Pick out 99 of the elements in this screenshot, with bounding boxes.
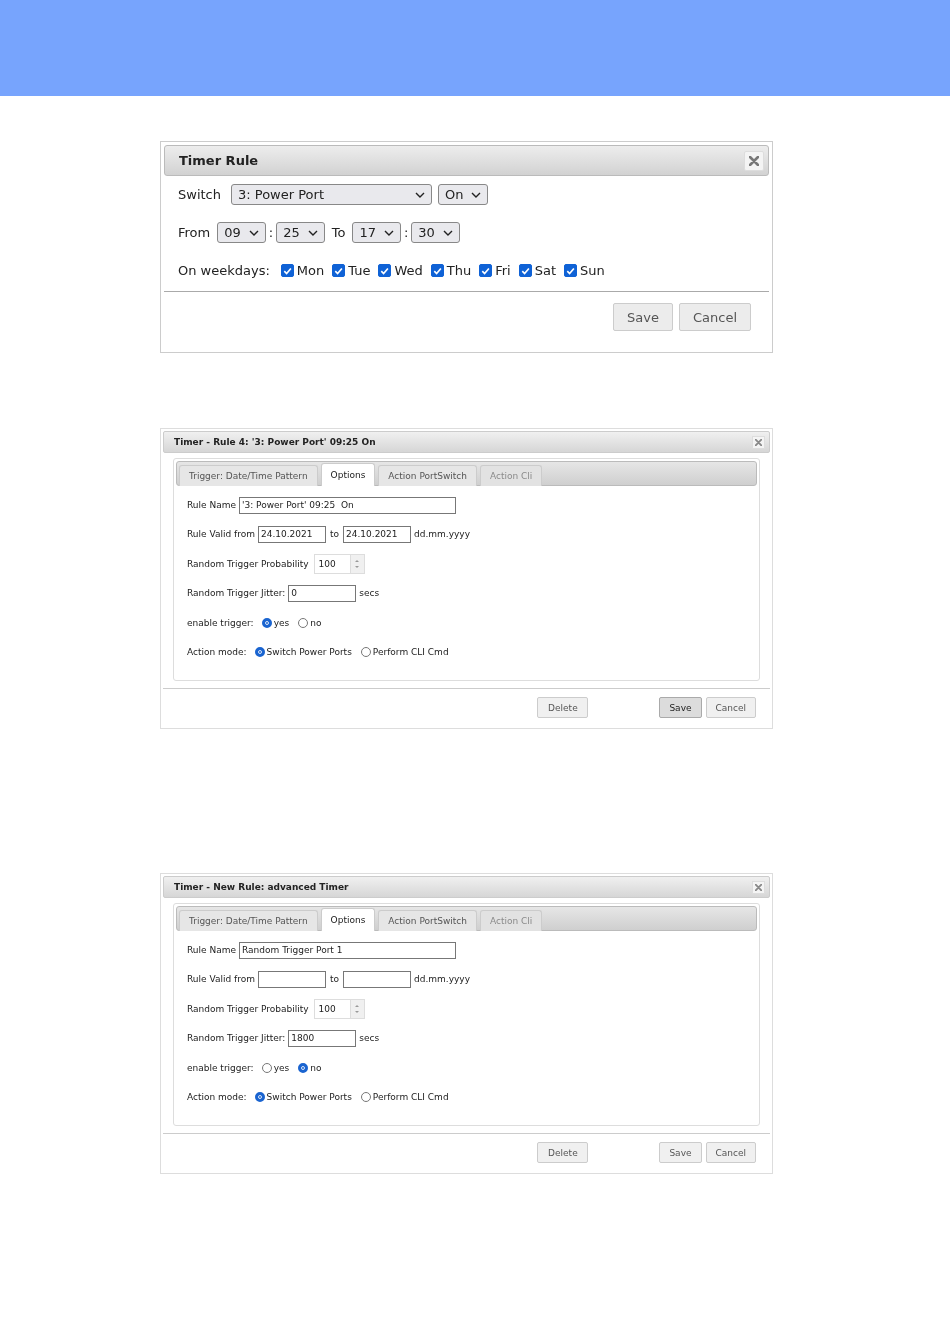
day-label: Tue bbox=[348, 263, 371, 278]
dialog-title: Timer Rule bbox=[179, 153, 259, 168]
time-label: From bbox=[178, 225, 211, 240]
action-mode-label: Action mode: bbox=[187, 646, 247, 657]
to-label: to bbox=[329, 974, 339, 985]
day-label: Mon bbox=[296, 263, 325, 278]
time-separator: : bbox=[403, 225, 409, 240]
caret-icon bbox=[248, 229, 259, 236]
caret-icon bbox=[307, 229, 318, 236]
radio-button[interactable] bbox=[298, 1062, 309, 1073]
save-button[interactable]: Save bbox=[613, 303, 673, 331]
checkbox[interactable] bbox=[332, 264, 346, 277]
port-dropdown[interactable]: 3: Power Port bbox=[231, 184, 432, 205]
checkbox[interactable] bbox=[430, 264, 444, 277]
day-label: Wed bbox=[394, 263, 423, 278]
tab[interactable]: Action PortSwitch bbox=[378, 465, 477, 486]
dialog-title: Timer - New Rule: advanced Timer bbox=[174, 882, 349, 892]
tab[interactable]: Options bbox=[320, 463, 376, 486]
tab[interactable]: Action PortSwitch bbox=[378, 910, 477, 931]
option-label: no bbox=[310, 1062, 322, 1073]
tab[interactable]: Trigger: Date/Time Pattern bbox=[179, 465, 318, 486]
day-label: Fri bbox=[495, 263, 511, 278]
checkbox[interactable] bbox=[518, 264, 532, 277]
jitter-field[interactable]: 1800 bbox=[288, 1029, 357, 1047]
time-dropdown[interactable]: 09 bbox=[217, 222, 266, 243]
day-label: Thu bbox=[446, 263, 472, 278]
enable-label: enable trigger: bbox=[187, 1062, 254, 1073]
time-label: To bbox=[331, 225, 346, 240]
rule-name-field[interactable]: Random Trigger Port 1 bbox=[239, 941, 456, 959]
jitter-field[interactable]: 0 bbox=[288, 584, 357, 602]
delete-button[interactable]: Delete bbox=[537, 1142, 589, 1163]
option-label: Switch Power Ports bbox=[266, 646, 352, 657]
tab[interactable]: Options bbox=[320, 908, 376, 931]
close-button[interactable] bbox=[744, 150, 764, 171]
radio-button[interactable] bbox=[298, 617, 309, 628]
checkbox[interactable] bbox=[280, 264, 294, 277]
checkbox[interactable] bbox=[564, 264, 578, 277]
to-label: to bbox=[329, 529, 339, 540]
radio-button[interactable] bbox=[360, 1091, 371, 1102]
close-button[interactable] bbox=[752, 880, 765, 894]
enable-label: enable trigger: bbox=[187, 617, 254, 628]
close-icon bbox=[749, 155, 759, 166]
caret-icon bbox=[442, 229, 453, 236]
action-mode-label: Action mode: bbox=[187, 1091, 247, 1102]
number-field[interactable]: 100 bbox=[313, 998, 365, 1019]
option-label: no bbox=[310, 617, 322, 628]
probability-label: Random Trigger Probability bbox=[187, 1003, 309, 1014]
save-button[interactable]: Save bbox=[659, 697, 702, 718]
unit-label: secs bbox=[359, 588, 380, 599]
option-label: yes bbox=[273, 617, 290, 628]
radio-button[interactable] bbox=[261, 1062, 272, 1073]
time-separator: : bbox=[268, 225, 274, 240]
option-label: Perform CLI Cmd bbox=[372, 1091, 449, 1102]
close-icon bbox=[755, 883, 762, 891]
checkbox[interactable] bbox=[378, 264, 392, 277]
switch-label: Switch bbox=[178, 187, 221, 202]
rule-name-label: Rule Name bbox=[187, 945, 236, 955]
option-label: Perform CLI Cmd bbox=[372, 646, 449, 657]
close-icon bbox=[755, 438, 762, 446]
state-dropdown[interactable]: On bbox=[438, 184, 489, 205]
radio-button[interactable] bbox=[254, 646, 265, 657]
caret-icon bbox=[415, 191, 425, 198]
close-button[interactable] bbox=[752, 435, 765, 449]
day-label: Sat bbox=[534, 263, 557, 278]
time-dropdown[interactable]: 17 bbox=[352, 222, 401, 243]
delete-button[interactable]: Delete bbox=[537, 697, 589, 718]
option-label: yes bbox=[273, 1062, 290, 1073]
tab[interactable]: Trigger: Date/Time Pattern bbox=[179, 910, 318, 931]
date-format-hint: dd.mm.yyyy bbox=[414, 529, 470, 540]
radio-button[interactable] bbox=[360, 646, 371, 657]
date-field[interactable] bbox=[343, 970, 411, 988]
number-field[interactable]: 100 bbox=[313, 553, 365, 574]
date-field[interactable] bbox=[257, 970, 326, 988]
date-field[interactable]: 24.10.2021 bbox=[343, 525, 411, 543]
checkbox[interactable] bbox=[479, 264, 493, 277]
date-field[interactable]: 24.10.2021 bbox=[257, 525, 326, 543]
time-dropdown[interactable]: 25 bbox=[276, 222, 325, 243]
weekdays-label: On weekdays: bbox=[178, 263, 270, 278]
valid-from-label: Rule Valid from bbox=[187, 974, 255, 985]
cancel-button[interactable]: Cancel bbox=[705, 1142, 756, 1163]
radio-button[interactable] bbox=[254, 1091, 265, 1102]
caret-icon bbox=[383, 229, 394, 236]
option-label: Switch Power Ports bbox=[266, 1091, 352, 1102]
dialog-title: Timer - Rule 4: '3: Power Port' 09:25 On bbox=[174, 437, 376, 447]
jitter-label: Random Trigger Jitter: bbox=[187, 1033, 286, 1044]
caret-icon bbox=[471, 191, 482, 198]
date-format-hint: dd.mm.yyyy bbox=[414, 974, 470, 985]
valid-from-label: Rule Valid from bbox=[187, 529, 255, 540]
unit-label: secs bbox=[359, 1033, 380, 1044]
cancel-button[interactable]: Cancel bbox=[705, 697, 756, 718]
save-button[interactable]: Save bbox=[659, 1142, 702, 1163]
radio-button[interactable] bbox=[261, 617, 272, 628]
probability-label: Random Trigger Probability bbox=[187, 558, 309, 569]
rule-name-field[interactable]: '3: Power Port' 09:25 On bbox=[239, 496, 456, 514]
jitter-label: Random Trigger Jitter: bbox=[187, 588, 286, 599]
cancel-button[interactable]: Cancel bbox=[678, 303, 751, 331]
rule-name-label: Rule Name bbox=[187, 500, 236, 510]
time-dropdown[interactable]: 30 bbox=[411, 222, 460, 243]
day-label: Sun bbox=[580, 263, 605, 278]
